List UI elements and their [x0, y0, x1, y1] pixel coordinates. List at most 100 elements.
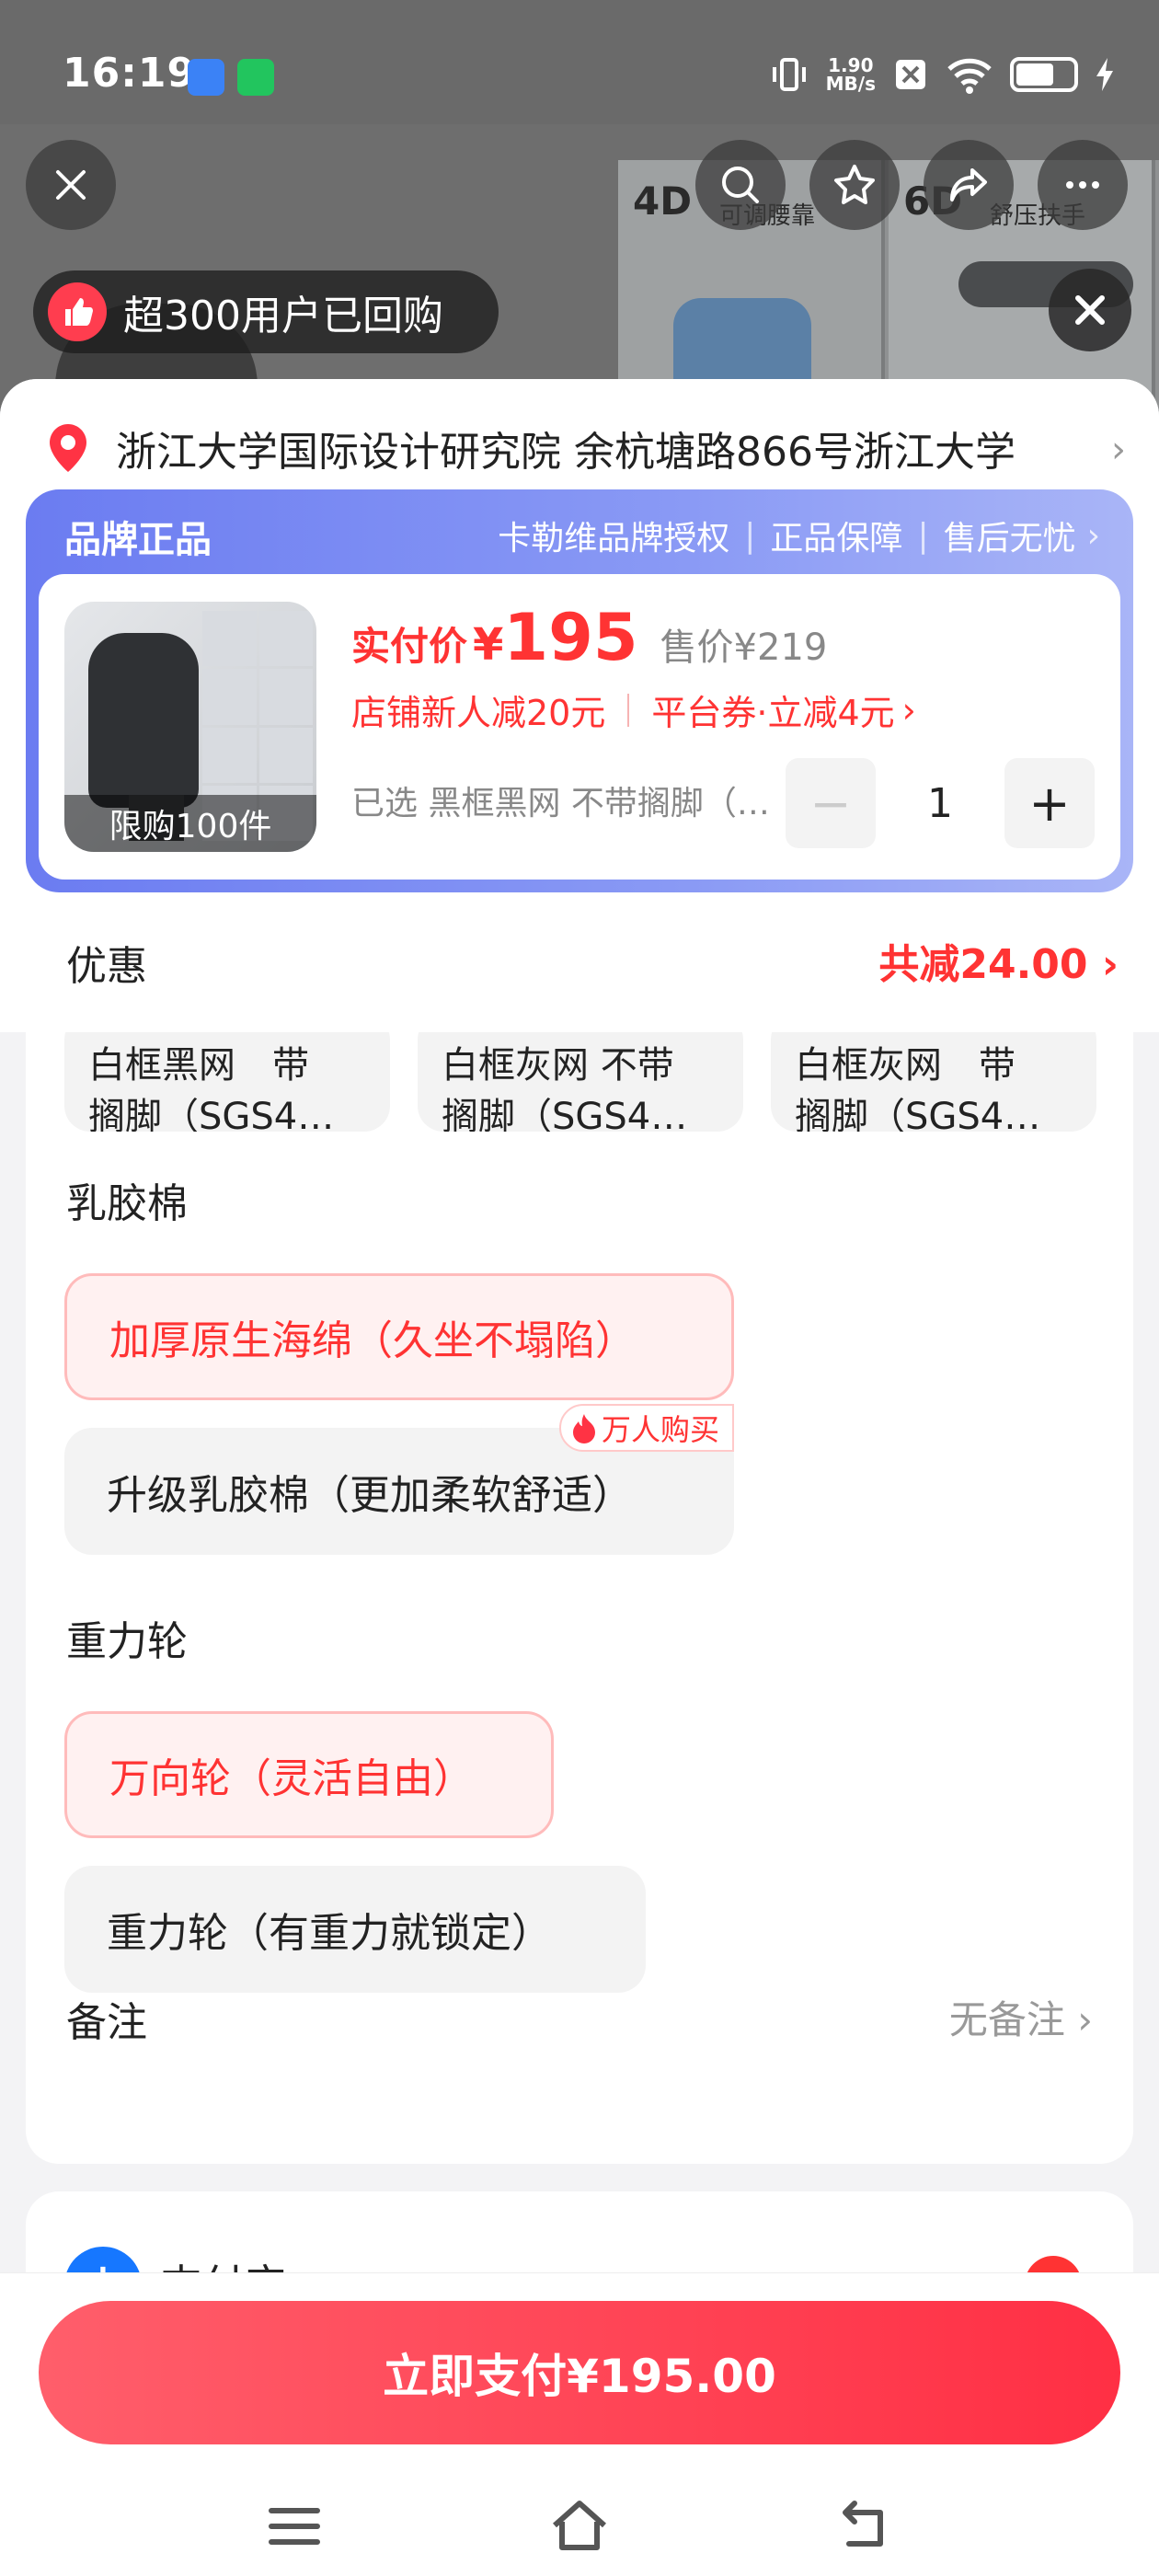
cushion-option-latex[interactable]: 升级乳胶棉（更加柔软舒适） 万人购买 [64, 1404, 734, 1555]
menu-icon[interactable] [262, 2494, 327, 2559]
repurchase-text: 超300用户已回购 [123, 293, 443, 339]
discount-amount: 共减24.00 [878, 941, 1088, 988]
share-button[interactable] [924, 140, 1014, 230]
hot-tag-text: 万人购买 [601, 1412, 719, 1447]
brand-title: 品牌正品 [64, 519, 212, 561]
notification-app-icon-2 [237, 59, 274, 96]
platform-coupon: 平台券·立减4元 [651, 693, 895, 733]
delivery-address-row[interactable]: 浙江大学国际设计研究院 余杭塘路866号浙江大学 › [40, 407, 1126, 489]
chevron-right-icon: › [1111, 429, 1126, 471]
remark-value-text: 无备注 [948, 1997, 1065, 2042]
close-icon [56, 170, 86, 200]
order-sheet: 浙江大学国际设计研究院 余杭塘路866号浙江大学 › 品牌正品 卡勒维品牌授权 … [0, 379, 1159, 2576]
bottom-action-bar: 立即支付¥195.00 [0, 2272, 1159, 2576]
status-time: 16:19 [63, 50, 197, 97]
spec-options-panel: 白框黑网 带 搁脚（SGS4级气杆） 白框灰网 不带 搁脚（SGS4级气杆） 白… [26, 1032, 1133, 2164]
hot-tag: 万人购买 [558, 1404, 734, 1452]
chair-image [88, 633, 199, 808]
wheel-option-universal[interactable]: 万向轮（灵活自由） [64, 1711, 554, 1838]
product-summary-card: 限购100件 实付价 ¥ 195 售价¥219 店铺新人减20元 平台券·立减4… [39, 574, 1120, 880]
discount-label: 优惠 [66, 943, 147, 990]
tag-divider: | [744, 516, 756, 555]
tag-divider: | [917, 516, 929, 555]
wheel-option-gravity[interactable]: 重力轮（有重力就锁定） [64, 1866, 646, 1993]
close-icon [1075, 295, 1105, 325]
remark-value[interactable]: 无备注 › [949, 1989, 1093, 2045]
notification-app-icon [188, 59, 224, 96]
chevron-right-icon: › [1086, 516, 1100, 555]
actual-price-label: 实付价 [351, 624, 468, 669]
coupon-row[interactable]: 店铺新人减20元 平台券·立减4元 › [351, 684, 916, 735]
battery-icon [1010, 57, 1078, 92]
close-page-button[interactable] [26, 140, 116, 230]
brand-tags[interactable]: 卡勒维品牌授权 | 正品保障 | 售后无忧 › [498, 512, 1100, 559]
vibrate-icon [772, 58, 806, 91]
brand-tag-aftersale: 售后无忧 [943, 520, 1076, 558]
original-price: 售价¥219 [660, 627, 828, 669]
option-label: 重力轮（有重力就锁定） [107, 1910, 552, 1957]
search-icon [722, 167, 759, 203]
increase-quantity-button[interactable]: + [1004, 758, 1095, 848]
home-icon[interactable] [547, 2494, 612, 2559]
location-pin-icon [50, 424, 86, 472]
frame-option[interactable]: 白框灰网 带 搁脚（SGS4级气杆） [771, 1032, 1096, 1132]
price-row: 实付价 ¥ 195 售价¥219 [351, 600, 827, 675]
thumbs-up-icon [48, 282, 107, 341]
quantity-stepper: − 1 + [786, 758, 1095, 848]
repurchase-badge: 超300用户已回购 [33, 270, 499, 353]
more-icon [1066, 181, 1099, 189]
search-button[interactable] [695, 140, 786, 230]
pay-now-button[interactable]: 立即支付¥195.00 [39, 2301, 1120, 2444]
wheel-section-title: 重力轮 [66, 1618, 188, 1665]
frame-option-line2: 搁脚（SGS4级气杆） [795, 1096, 1073, 1132]
favorite-button[interactable] [809, 140, 900, 230]
network-speed: 1.90 MB/s [826, 56, 876, 93]
option-label: 万向轮（灵活自由） [109, 1755, 474, 1802]
back-icon[interactable] [832, 2494, 897, 2559]
delivery-address-text: 浙江大学国际设计研究院 余杭塘路866号浙江大学 [116, 429, 1016, 476]
charging-icon [1096, 58, 1113, 91]
wifi-icon [947, 58, 992, 94]
network-speed-value: 1.90 [828, 54, 874, 76]
frame-option[interactable]: 白框灰网 不带 搁脚（SGS4级气杆） [418, 1032, 743, 1132]
currency-symbol: ¥ [473, 619, 504, 671]
frame-option-line1: 白框黑网 带 [88, 1044, 309, 1087]
status-indicators: 1.90 MB/s [769, 52, 1115, 98]
remark-label: 备注 [66, 1999, 147, 2046]
chevron-right-icon: › [901, 689, 916, 730]
decrease-quantity-button[interactable]: − [786, 758, 876, 848]
system-navigation-bar [0, 2476, 1159, 2576]
cushion-section-title: 乳胶棉 [66, 1180, 188, 1227]
actual-price: 195 [503, 600, 638, 675]
no-sim-icon [896, 60, 925, 89]
frame-option-line1: 白框灰网 带 [795, 1044, 1016, 1087]
star-icon [834, 165, 875, 204]
quantity-value[interactable]: 1 [876, 780, 1004, 827]
option-label: 升级乳胶棉（更加柔软舒适） [107, 1472, 633, 1519]
purchase-limit-label: 限购100件 [64, 795, 316, 852]
coupon-divider [627, 693, 630, 727]
product-thumbnail[interactable]: 限购100件 [64, 602, 316, 852]
brand-authentic-card: 品牌正品 卡勒维品牌授权 | 正品保障 | 售后无忧 › 限购100件 实付价 … [26, 489, 1133, 892]
more-button[interactable] [1038, 140, 1128, 230]
shop-coupon: 店铺新人减20元 [351, 693, 606, 733]
frame-option-line2: 搁脚（SGS4级气杆） [442, 1096, 719, 1132]
frame-option-line1: 白框灰网 不带 [442, 1044, 674, 1087]
brand-tag-guarantee: 正品保障 [770, 520, 903, 558]
frame-option[interactable]: 白框黑网 带 搁脚（SGS4级气杆） [64, 1032, 390, 1132]
selected-spec[interactable]: 已选 黑框黑网 不带搁脚（SGS4级气杆） [351, 776, 775, 824]
frame-option-line2: 搁脚（SGS4级气杆） [88, 1096, 366, 1132]
status-bar: 16:19 1.90 MB/s [0, 0, 1159, 124]
flame-icon [572, 1414, 595, 1443]
frame-options-row: 白框黑网 带 搁脚（SGS4级气杆） 白框灰网 不带 搁脚（SGS4级气杆） 白… [64, 1032, 1096, 1132]
network-speed-unit: MB/s [825, 73, 876, 95]
cushion-option-sponge[interactable]: 加厚原生海绵（久坐不塌陷） [64, 1273, 734, 1400]
feature-4d-label: 4D [633, 178, 693, 224]
option-label: 加厚原生海绵（久坐不塌陷） [109, 1317, 636, 1364]
brand-tag-authorization: 卡勒维品牌授权 [498, 520, 730, 558]
discount-value[interactable]: 共减24.00 › [878, 931, 1119, 990]
chevron-right-icon: › [1077, 1997, 1093, 2042]
close-sheet-button[interactable] [1049, 269, 1131, 351]
chevron-right-icon: › [1101, 941, 1119, 988]
share-icon [950, 168, 987, 201]
